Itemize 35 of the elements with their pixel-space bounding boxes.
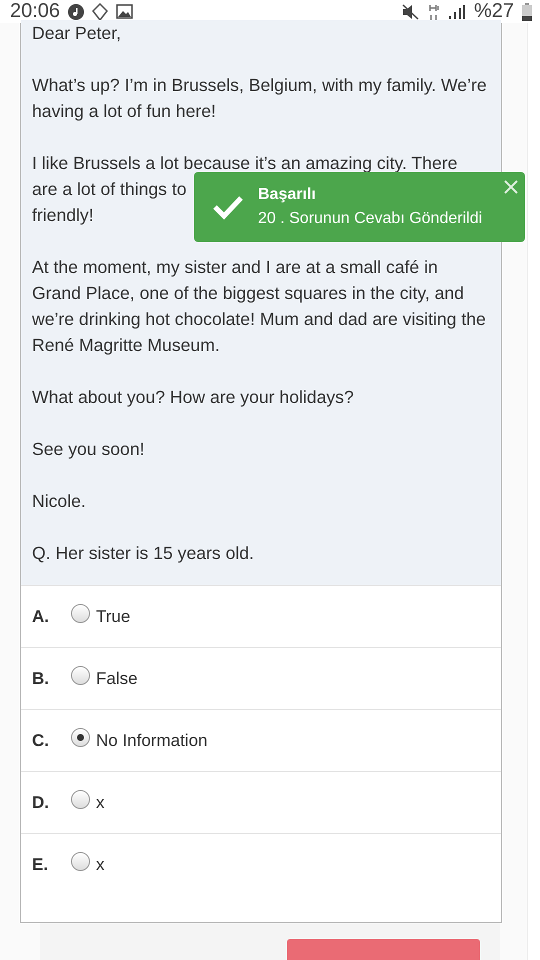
- radio-button[interactable]: [71, 790, 90, 809]
- option-letter: D.: [32, 792, 50, 812]
- option-letter: B.: [32, 668, 50, 688]
- passage-text: At the moment, my sister and I are at a small café in Grand Place, one of the biggest squares in the city, and we’re drinking hot chocolate! Mum and dad are visiting the René Magritte Museum.: [32, 256, 487, 357]
- option-label[interactable]: False: [96, 668, 138, 688]
- option-label[interactable]: x: [96, 792, 104, 812]
- passage-text: What’s up? I’m in Brussels, Belgium, with my family. We’re having a lot of fun here!: [32, 74, 488, 123]
- passage-text: friendly!: [32, 204, 94, 227]
- toast-message: 20 . Sorunun Cevabı Gönderildi: [258, 210, 482, 228]
- passage-text: What about you? How are your holidays?: [32, 386, 354, 409]
- music-icon: [68, 4, 84, 20]
- option-label[interactable]: No Information: [96, 730, 208, 750]
- option-letter: C.: [32, 730, 50, 750]
- option-letter: A.: [32, 606, 50, 626]
- passage-text: See you soon!: [32, 438, 144, 461]
- image-icon: [116, 4, 134, 19]
- toast-title: Başarılı: [258, 186, 317, 204]
- passage-text: I like Brussels a lot because it’s an amazing city. There: [32, 152, 458, 175]
- battery-icon: [522, 2, 532, 20]
- passage-text: Nicole.: [32, 490, 86, 513]
- option-label[interactable]: x: [96, 854, 104, 874]
- option-label[interactable]: True: [96, 606, 130, 626]
- mute-icon: [402, 4, 420, 20]
- check-icon: [212, 194, 244, 220]
- passage-text: Q. Her sister is 15 years old.: [32, 542, 254, 565]
- radio-button[interactable]: [71, 666, 90, 685]
- battery-percent: %27: [474, 0, 514, 23]
- radio-button[interactable]: [71, 728, 90, 747]
- passage-text: are a lot of things to: [32, 178, 187, 201]
- radio-button[interactable]: [71, 604, 90, 623]
- radio-button[interactable]: [71, 852, 90, 871]
- passage-text: Dear Peter,: [32, 22, 121, 45]
- signal-icon: [448, 4, 466, 20]
- option-letter: E.: [32, 854, 50, 874]
- clock-time: 20:06: [10, 0, 60, 23]
